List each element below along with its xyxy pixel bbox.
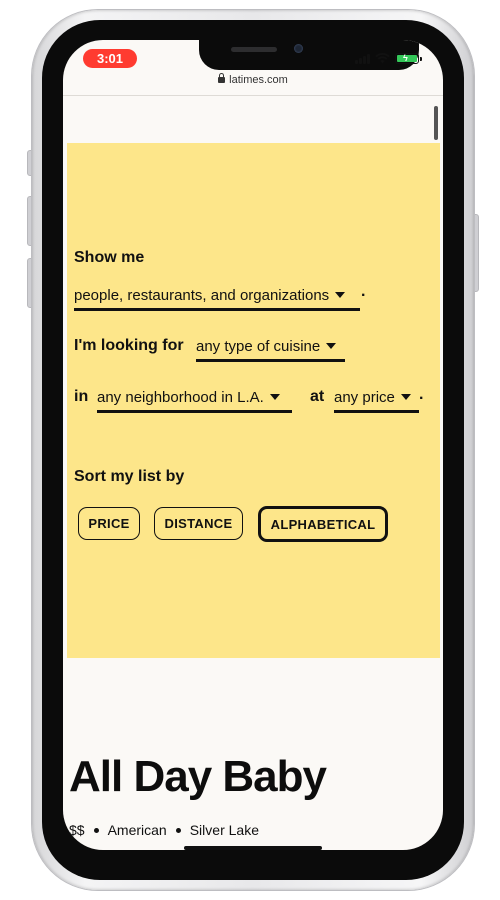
neighborhood-dropdown-value: any neighborhood in L.A. (97, 389, 264, 406)
caret-down-icon (269, 394, 280, 401)
cuisine-dropdown[interactable]: any type of cuisine (196, 338, 345, 362)
sentence-period: . (361, 283, 366, 300)
status-icons: ϟ (355, 50, 422, 66)
result-neighborhood: Silver Lake (189, 822, 259, 838)
result-cuisine: American (107, 822, 167, 838)
in-label: in (74, 388, 89, 405)
caret-down-icon (400, 394, 411, 401)
battery-charging-icon: ϟ (395, 52, 422, 64)
url-text: latimes.com (229, 74, 288, 86)
phone-screen: 3:01 ϟ latimes.com Show me people, resta… (63, 40, 443, 850)
status-time: 3:01 (83, 49, 137, 68)
home-indicator[interactable] (184, 846, 322, 850)
sort-alphabetical-button[interactable]: ALPHABETICAL (258, 506, 388, 542)
show-me-label: Show me (74, 249, 145, 266)
sentence-period-2: . (419, 386, 424, 403)
lock-icon (218, 73, 226, 83)
address-bar-divider (63, 95, 443, 96)
caret-down-icon (326, 343, 337, 350)
address-bar[interactable]: latimes.com (63, 73, 443, 86)
separator-dot (93, 827, 99, 833)
sort-label: Sort my list by (74, 468, 185, 485)
price-dropdown-value: any price (334, 389, 395, 406)
result-meta: $$ American Silver Lake (69, 822, 259, 838)
cuisine-dropdown-value: any type of cuisine (196, 338, 321, 355)
separator-dot (175, 827, 181, 833)
category-dropdown-value: people, restaurants, and organizations (74, 287, 330, 304)
result-price: $$ (69, 822, 85, 838)
cellular-signal-icon (355, 53, 370, 64)
looking-for-label: I'm looking for (74, 337, 184, 354)
earpiece-speaker (231, 47, 277, 52)
result-title[interactable]: All Day Baby (69, 752, 327, 802)
category-dropdown[interactable]: people, restaurants, and organizations (74, 287, 360, 311)
neighborhood-dropdown[interactable]: any neighborhood in L.A. (97, 389, 292, 413)
price-dropdown[interactable]: any price (334, 389, 419, 413)
sort-distance-button[interactable]: DISTANCE (154, 507, 243, 540)
front-camera (294, 44, 303, 53)
at-label: at (310, 388, 325, 405)
sort-price-button[interactable]: PRICE (78, 507, 140, 540)
caret-down-icon (335, 292, 346, 299)
scrollbar-thumb[interactable] (434, 106, 438, 140)
wifi-icon (375, 52, 390, 63)
